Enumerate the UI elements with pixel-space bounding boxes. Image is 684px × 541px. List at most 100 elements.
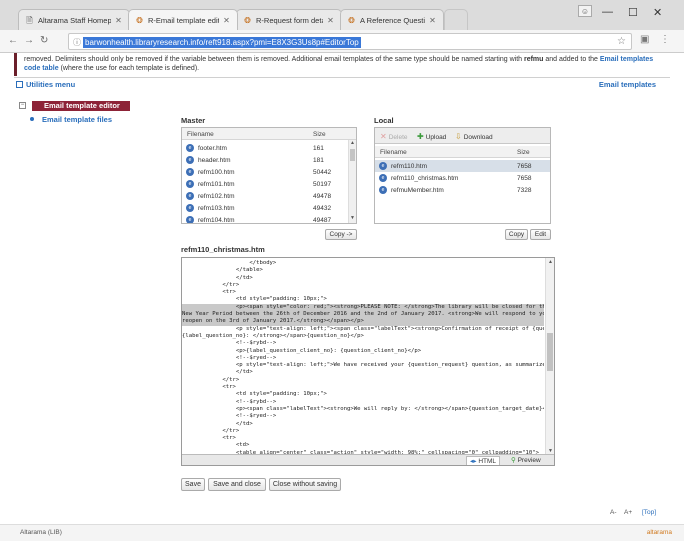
master-file-list[interactable]: Filename Size e footer.htm 161 e header.htm… — [181, 127, 357, 224]
top-link[interactable]: [Top] — [642, 509, 656, 516]
code-line[interactable]: <!--$ryed--> — [182, 355, 544, 362]
file-size: 7328 — [517, 187, 532, 194]
code-line[interactable]: <p>{label_question_client_no}: {question… — [182, 348, 544, 355]
editor-scrollbar[interactable]: ▲ ▼ — [545, 258, 554, 457]
info-icon[interactable]: ⓘ — [73, 37, 81, 48]
tab-html[interactable]: ◂▸ HTML — [466, 456, 501, 465]
url-field[interactable]: ⓘ barwonhealth.libraryresearch.info/reft… — [68, 33, 632, 50]
code-line[interactable]: <p style="text-align: left;">We have rec… — [182, 362, 544, 369]
scroll-thumb[interactable] — [350, 149, 355, 161]
code-line[interactable]: <p><span class="labelText"><strong>We wi… — [182, 406, 544, 413]
web-file-icon: e — [186, 144, 194, 152]
column-header-size[interactable]: Size — [517, 149, 530, 156]
local-file-row[interactable]: e refm110.htm 7658 — [375, 160, 550, 172]
menu-icon[interactable]: ⋮ — [660, 34, 670, 45]
code-line[interactable]: </tr> — [182, 282, 544, 289]
close-icon[interactable]: ✕ — [222, 16, 231, 25]
code-line[interactable]: </tr> — [182, 428, 544, 435]
tab-preview[interactable]: ⚲ Preview — [508, 456, 544, 465]
master-copy-button[interactable]: Copy -> — [325, 229, 357, 240]
code-line[interactable]: <p style="text-align: left;"><span class… — [182, 326, 544, 333]
code-line[interactable]: <td> — [182, 442, 544, 449]
master-file-row[interactable]: e refm102.htm 49478 — [182, 190, 349, 202]
scroll-thumb[interactable] — [547, 333, 553, 371]
column-header-size[interactable]: Size — [313, 131, 326, 138]
code-line[interactable]: <tr> — [182, 384, 544, 391]
increase-font-button[interactable]: A+ — [624, 509, 632, 516]
file-name: footer.htm — [198, 145, 227, 152]
local-copy-button[interactable]: Copy — [505, 229, 528, 240]
browser-tab-request-form-detail[interactable]: ❂ R-Request form detail - R ✕ — [236, 9, 342, 30]
master-file-row[interactable]: e footer.htm 161 — [182, 142, 349, 154]
web-file-icon: e — [379, 186, 387, 194]
close-window-icon[interactable]: ✕ — [653, 6, 662, 19]
code-line[interactable]: <tr> — [182, 289, 544, 296]
reload-icon[interactable]: ↻ — [40, 35, 48, 46]
code-line[interactable]: <tr> — [182, 435, 544, 442]
master-file-row[interactable]: e header.htm 181 — [182, 154, 349, 166]
tab-html-label: HTML — [478, 458, 497, 465]
code-line[interactable]: <!--$rybd--> — [182, 340, 544, 347]
local-edit-button[interactable]: Edit — [530, 229, 551, 240]
file-size: 181 — [313, 157, 324, 164]
maximize-icon[interactable]: ☐ — [628, 6, 638, 19]
scroll-up-icon[interactable]: ▲ — [349, 140, 356, 146]
minimize-icon[interactable]: — — [602, 6, 613, 18]
code-line[interactable]: </table> — [182, 267, 544, 274]
browser-tab-reference-question[interactable]: ❂ A Reference Question - R ✕ — [340, 9, 444, 30]
master-file-row[interactable]: e refm104.htm 49487 — [182, 214, 349, 223]
scroll-up-icon[interactable]: ▲ — [547, 259, 554, 265]
profile-icon[interactable]: ☺ — [578, 5, 592, 17]
master-file-row[interactable]: e refm101.htm 50197 — [182, 178, 349, 190]
local-file-row[interactable]: e refm110_christmas.htm 7658 — [375, 172, 550, 184]
close-without-saving-button[interactable]: Close without saving — [269, 478, 341, 491]
master-file-row[interactable]: e refm103.htm 49432 — [182, 202, 349, 214]
code-line[interactable]: reopen on the 3rd of January 2017.</stro… — [182, 318, 544, 326]
close-icon[interactable]: ✕ — [114, 16, 123, 25]
delete-button[interactable]: ✕ Delete — [380, 132, 408, 141]
notice-banner: removed. Delimiters should only be remov… — [0, 53, 684, 76]
bookmark-star-icon[interactable]: ☆ — [617, 36, 626, 47]
download-button[interactable]: ⇩ Download — [455, 132, 493, 141]
code-line[interactable]: New Year Period between the 26th of Dece… — [182, 311, 544, 319]
collapse-toggle[interactable]: − — [19, 102, 26, 109]
code-line[interactable]: <p><span style="color: red;"><strong>PLE… — [182, 303, 544, 312]
back-icon[interactable]: ← — [8, 35, 18, 46]
master-scrollbar[interactable]: ▲ ▼ — [348, 140, 356, 223]
code-line[interactable]: <td style="padding: 10px;"> — [182, 391, 544, 398]
column-header-filename[interactable]: Filename — [380, 149, 407, 156]
file-name: refm100.htm — [198, 169, 235, 176]
extension-icon[interactable]: ▣ — [640, 34, 649, 45]
code-line[interactable]: {label_question_no}: </strong></span>{qu… — [182, 333, 544, 340]
scroll-down-icon[interactable]: ▼ — [349, 215, 356, 221]
upload-button[interactable]: ✚ Upload — [417, 132, 446, 141]
decrease-font-button[interactable]: A- — [610, 509, 617, 516]
file-name: header.htm — [198, 157, 231, 164]
code-line[interactable]: </td> — [182, 369, 544, 376]
forward-icon[interactable]: → — [24, 35, 34, 46]
html-code-editor[interactable]: </tbody> </table> </td> </tr> <tr> <td s… — [181, 257, 555, 466]
save-button[interactable]: Save — [181, 478, 205, 491]
close-icon[interactable]: ✕ — [428, 16, 437, 25]
master-file-row[interactable]: e refm100.htm 50442 — [182, 166, 349, 178]
close-icon[interactable]: ✕ — [326, 16, 335, 25]
nav-section-title[interactable]: Email template editor — [32, 101, 130, 111]
code-line[interactable]: </td> — [182, 421, 544, 428]
code-area[interactable]: </tbody> </table> </td> </tr> <tr> <td s… — [182, 260, 544, 465]
column-header-filename[interactable]: Filename — [187, 131, 214, 138]
url-text[interactable]: barwonhealth.libraryresearch.info/reft91… — [83, 37, 361, 48]
utilities-menu-link[interactable]: Utilities menu — [16, 80, 75, 89]
new-tab-button[interactable] — [444, 9, 468, 30]
local-file-row[interactable]: e refmuMember.htm 7328 — [375, 184, 550, 196]
browser-tab-staff-homepage[interactable]: 🗎 Altarama Staff Homepag ✕ — [18, 9, 130, 30]
code-line[interactable]: </tr> — [182, 377, 544, 384]
email-templates-link[interactable]: Email templates — [599, 80, 656, 89]
nav-item-email-template-files[interactable]: Email template files — [30, 115, 112, 124]
browser-tab-email-template-editor[interactable]: ❂ R-Email template editor ✕ — [128, 9, 238, 30]
code-line[interactable]: <!--$rybd--> — [182, 399, 544, 406]
code-line[interactable]: </tbody> — [182, 260, 544, 267]
code-line[interactable]: </td> — [182, 275, 544, 282]
code-line[interactable]: <!--$ryed--> — [182, 413, 544, 420]
save-and-close-button[interactable]: Save and close — [208, 478, 266, 491]
code-line[interactable]: <td style="padding: 10px;"> — [182, 296, 544, 303]
